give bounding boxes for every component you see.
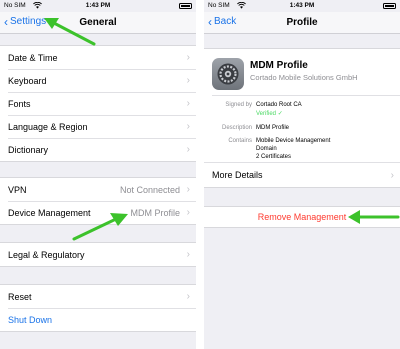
- remove-management-label: Remove Management: [257, 212, 347, 222]
- arrow-annotation-settings: [44, 18, 96, 46]
- verified-status: Verified ✓: [256, 110, 283, 118]
- row-label: Dictionary: [8, 144, 49, 155]
- row-vpn[interactable]: VPN Not Connected ›: [0, 178, 196, 201]
- contains-item: Domain: [256, 146, 277, 152]
- row-label: Keyboard: [8, 75, 47, 86]
- clock: 1:43 PM: [85, 2, 111, 9]
- chevron-right-icon: ›: [186, 291, 190, 302]
- contains-item: Mobile Device Management: [256, 138, 331, 144]
- row-language-region[interactable]: Language & Region ›: [0, 115, 196, 138]
- row-label: Fonts: [8, 98, 31, 109]
- status-bar: No SIM 1:43 PM: [0, 0, 196, 12]
- row-keyboard[interactable]: Keyboard ›: [0, 69, 196, 92]
- chevron-right-icon: ›: [186, 75, 190, 86]
- settings-group-3: Legal & Regulatory ›: [0, 242, 196, 267]
- row-fonts[interactable]: Fonts ›: [0, 92, 196, 115]
- contains-item: 2 Certificates: [256, 154, 292, 160]
- chevron-right-icon: ›: [186, 249, 190, 260]
- chevron-right-icon: ›: [186, 52, 190, 63]
- profile-card: MDM Profile Cortado Mobile Solutions Gmb…: [204, 48, 400, 168]
- battery-icon: [179, 3, 192, 9]
- chevron-right-icon: ›: [186, 121, 190, 132]
- chevron-right-icon: ›: [186, 98, 190, 109]
- gear-icon: [212, 58, 244, 90]
- row-label: Language & Region: [8, 121, 88, 132]
- arrow-annotation-remove: [348, 210, 400, 224]
- chevron-right-icon: ›: [186, 184, 190, 195]
- row-label: Legal & Regulatory: [8, 249, 85, 260]
- general-settings-screen: No SIM 1:43 PM ‹ Settings General Date &…: [0, 0, 196, 349]
- verified-label: Verified: [256, 111, 277, 117]
- profile-screen: No SIM 1:43 PM ‹ Back Profile MDM Profil…: [204, 0, 400, 349]
- profile-name: MDM Profile: [250, 60, 308, 71]
- signed-by-value: Cortado Root CA: [256, 102, 302, 108]
- more-details-label: More Details: [212, 170, 263, 180]
- page-title: Profile: [286, 17, 318, 28]
- row-value: MDM Profile: [130, 207, 180, 218]
- row-legal-regulatory[interactable]: Legal & Regulatory ›: [0, 243, 196, 266]
- row-reset[interactable]: Reset ›: [0, 285, 196, 308]
- navigation-bar: ‹ Back Profile: [204, 12, 400, 34]
- checkmark-icon: ✓: [277, 111, 283, 117]
- description-label: Description: [221, 125, 252, 131]
- row-label: Shut Down: [8, 314, 53, 325]
- profile-organization: Cortado Mobile Solutions GmbH: [250, 73, 358, 82]
- settings-group-1: Date & Time › Keyboard › Fonts › Language &…: [0, 45, 196, 162]
- shut-down-button[interactable]: Shut Down: [0, 308, 196, 331]
- row-label: Date & Time: [8, 52, 58, 63]
- chevron-right-icon: ›: [186, 207, 190, 218]
- status-bar: No SIM 1:43 PM: [204, 0, 400, 12]
- row-dictionary[interactable]: Dictionary ›: [0, 138, 196, 161]
- row-value: Not Connected: [119, 184, 180, 195]
- settings-group-4: Reset › Shut Down: [0, 284, 196, 332]
- arrow-annotation-device-management: [72, 213, 128, 241]
- divider: [212, 95, 400, 96]
- clock: 1:43 PM: [289, 2, 315, 9]
- signed-by-label: Signed by: [225, 102, 252, 108]
- battery-icon: [383, 3, 396, 9]
- chevron-right-icon: ›: [390, 169, 394, 181]
- contains-label: Contains: [228, 138, 252, 144]
- description-value: MDM Profile: [256, 125, 290, 131]
- chevron-right-icon: ›: [186, 144, 190, 155]
- row-label: VPN: [8, 184, 27, 195]
- row-label: Reset: [8, 291, 32, 302]
- more-details-row[interactable]: More Details ›: [204, 162, 400, 188]
